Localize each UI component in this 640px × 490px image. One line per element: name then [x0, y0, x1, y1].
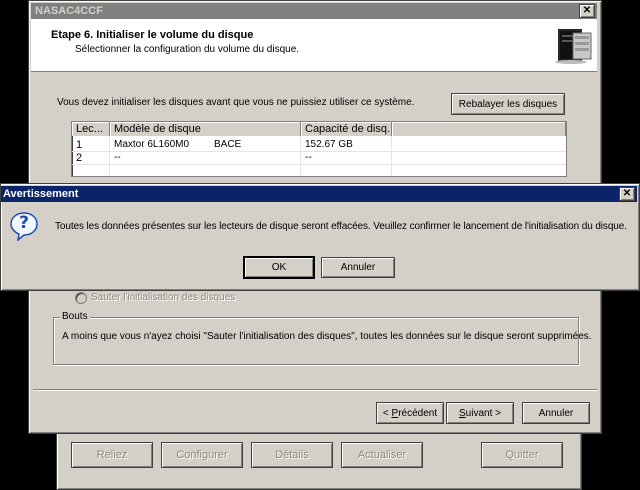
dialog-title: Avertissement	[3, 188, 79, 200]
disk-model: Maxtor 6L160M0	[114, 139, 190, 150]
dialog-cancel-button[interactable]: Annuler	[321, 257, 395, 278]
wizard-cancel-button[interactable]: Annuler	[522, 402, 590, 424]
background-main-window: Reliez Configurer Détails Actualiser Qui…	[56, 428, 582, 490]
dialog-message: Toutes les données présentes sur les lec…	[55, 221, 627, 232]
back-button[interactable]: < Précédent	[376, 402, 444, 424]
back-rest: récédent	[398, 407, 438, 419]
column-header-extra[interactable]	[392, 122, 566, 136]
table-row[interactable]: 2 -- --	[72, 152, 566, 164]
tips-group: Bouts A moins que vous n'ayez choisi "Sa…	[53, 311, 592, 365]
question-icon: ?	[9, 211, 39, 242]
next-rest: uivant >	[465, 407, 501, 419]
disk-table[interactable]: Lec... Modèle de disque Capacité de disq…	[71, 121, 567, 177]
column-header-capacity[interactable]: Capacité de disq...	[301, 122, 392, 136]
column-divider	[109, 136, 110, 176]
column-header-drive[interactable]: Lec...	[72, 122, 110, 136]
intro-text: Vous devez initialiser les disques avant…	[57, 97, 415, 108]
drive-index: 2	[76, 152, 83, 164]
disk-capacity: 152.67 GB	[305, 139, 353, 150]
table-row[interactable]: 1 Maxtor 6L160M0 BACE 152.67 GB	[72, 139, 566, 151]
disk-revision: BACE	[214, 139, 242, 150]
reliez-button[interactable]: Reliez	[71, 442, 153, 468]
back-prefix: <	[382, 407, 392, 419]
disk-model: --	[114, 152, 121, 163]
column-divider	[300, 136, 301, 176]
step-subtitle: Sélectionner la configuration du volume …	[75, 44, 300, 55]
quitter-button[interactable]: Quitter	[481, 442, 563, 468]
skip-init-label: Sauter l'initialisation des disques	[91, 292, 236, 303]
column-divider	[391, 136, 392, 176]
wizard-footer-divider	[33, 389, 597, 390]
next-button[interactable]: Suivant >	[446, 402, 514, 424]
close-icon[interactable]: ✕	[619, 187, 635, 201]
dialog-title-bar[interactable]: Avertissement ✕	[1, 186, 637, 202]
wizard-title: NASAC4CCF	[35, 5, 103, 17]
configurer-button[interactable]: Configurer	[161, 442, 243, 468]
wizard-header: Etape 6. Initialiser le volume du disque…	[31, 19, 597, 72]
tips-text: A moins que vous n'ayez choisi "Sauter l…	[62, 331, 592, 342]
drive-index: 1	[76, 139, 83, 151]
next-hotkey: S	[459, 407, 466, 419]
step-title: Etape 6. Initialiser le volume du disque	[51, 29, 254, 41]
tips-group-title: Bouts	[60, 311, 90, 322]
column-header-model[interactable]: Modèle de disque	[110, 122, 301, 136]
actualiser-button[interactable]: Actualiser	[341, 442, 423, 468]
nas-device-icon	[553, 25, 593, 65]
row-divider	[72, 164, 566, 165]
question-glyph: ?	[19, 213, 29, 233]
wizard-title-bar[interactable]: NASAC4CCF ✕	[31, 3, 597, 19]
details-button[interactable]: Détails	[251, 442, 333, 468]
disk-capacity: --	[305, 152, 312, 163]
rescan-disks-button[interactable]: Rebalayer les disques	[451, 93, 565, 115]
warning-dialog: Avertissement ✕ ? Toutes les données pré…	[0, 183, 640, 291]
close-icon[interactable]: ✕	[579, 4, 595, 18]
back-hotkey: P	[391, 407, 399, 419]
ok-button[interactable]: OK	[243, 256, 315, 279]
radio-button-icon	[75, 292, 87, 304]
